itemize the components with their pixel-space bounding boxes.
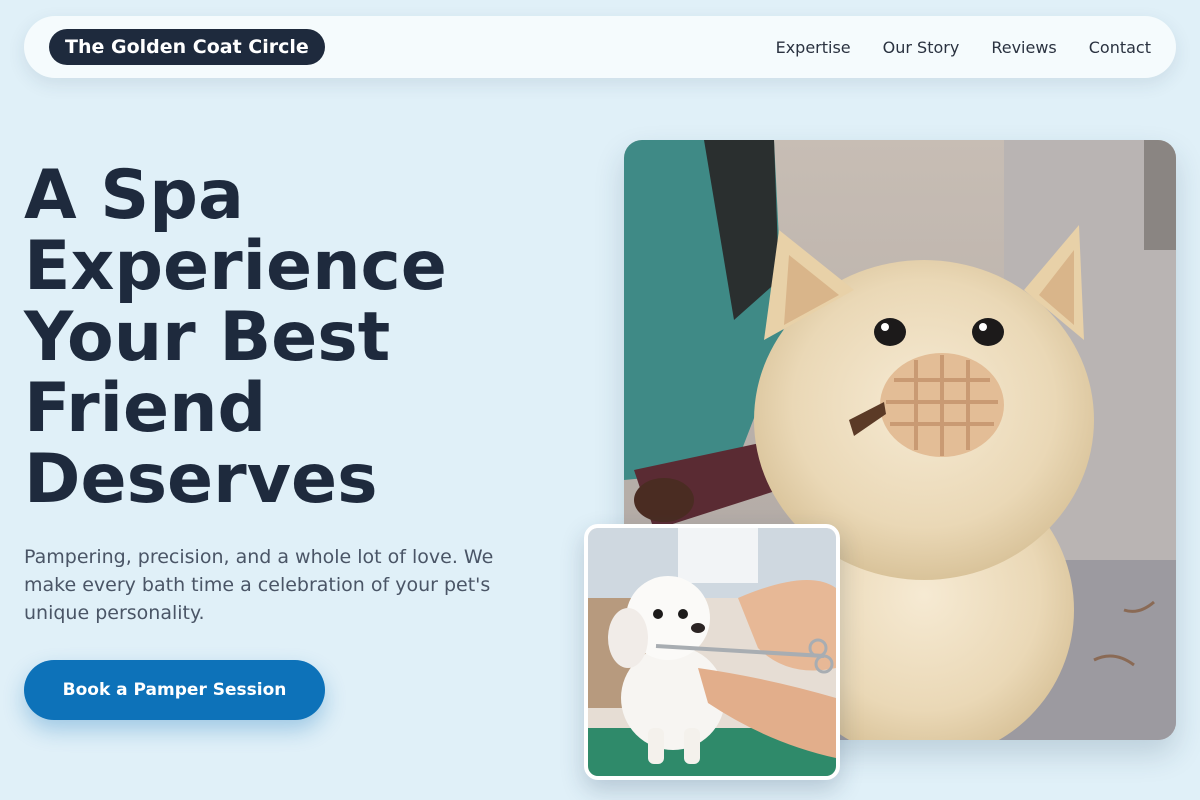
nav-links: Expertise Our Story Reviews Contact — [776, 38, 1151, 57]
hero-subtitle: Pampering, precision, and a whole lot of… — [24, 546, 494, 624]
book-pamper-session-button[interactable]: Book a Pamper Session — [24, 660, 325, 720]
hero-title-line: Experience — [24, 227, 447, 306]
hero-title-line: Friend — [24, 369, 267, 448]
hero-title: A Spa Experience Your Best Friend Deserv… — [24, 160, 584, 515]
nav-link-expertise[interactable]: Expertise — [776, 38, 851, 57]
nav-link-reviews[interactable]: Reviews — [991, 38, 1056, 57]
hero-title-line: A Spa — [24, 156, 244, 235]
nav-link-contact[interactable]: Contact — [1089, 38, 1151, 57]
hero-title-line: Deserves — [24, 440, 378, 519]
nav-link-our-story[interactable]: Our Story — [883, 38, 960, 57]
secondary-dog-photo — [584, 524, 840, 780]
hero-title-line: Your Best — [24, 298, 391, 377]
brand-logo[interactable]: The Golden Coat Circle — [49, 29, 325, 65]
navbar: The Golden Coat Circle Expertise Our Sto… — [24, 16, 1176, 78]
